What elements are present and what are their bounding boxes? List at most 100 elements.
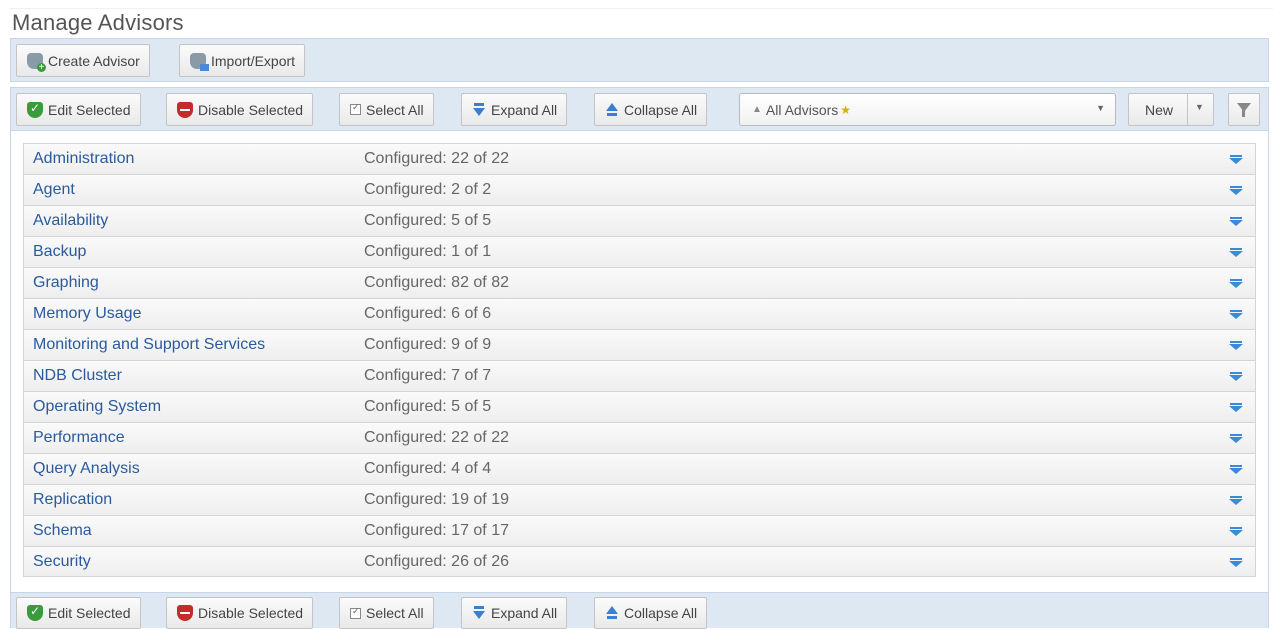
advisor-group-configured: Configured: 26 of 26: [364, 553, 509, 570]
advisor-group-configured: Configured: 22 of 22: [364, 429, 509, 446]
shield-check-icon: [27, 604, 43, 621]
collapse-all-icon: [605, 102, 619, 118]
advisor-group-configured: Configured: 5 of 5: [364, 398, 492, 415]
advisor-group-name[interactable]: Schema: [33, 522, 92, 540]
shield-plus-icon: [27, 52, 46, 72]
advisor-filter-value: All Advisors: [765, 101, 839, 118]
collapse-all-icon: [605, 605, 619, 621]
advisor-group-row[interactable]: Operating System Configured: 5 of 5: [23, 391, 1256, 422]
import-export-label: Import/Export: [211, 52, 296, 69]
shield-check-icon: [27, 101, 43, 118]
advisor-group-row[interactable]: Memory Usage Configured: 6 of 6: [23, 298, 1256, 329]
new-button[interactable]: New ▼: [1128, 93, 1214, 126]
warning-icon: ▲: [752, 104, 762, 115]
expand-icon[interactable]: [1229, 279, 1243, 289]
expand-all-button-bottom[interactable]: Expand All: [461, 597, 568, 629]
collapse-all-label: Collapse All: [624, 605, 698, 621]
expand-icon[interactable]: [1229, 341, 1243, 351]
collapse-all-button[interactable]: Collapse All: [594, 93, 708, 126]
page-title: Manage Advisors: [12, 10, 184, 35]
advisor-group-row[interactable]: Backup Configured: 1 of 1: [23, 236, 1256, 267]
expand-all-label: Expand All: [491, 101, 558, 118]
edit-selected-button-bottom[interactable]: Edit Selected: [16, 597, 141, 629]
select-all-button[interactable]: Select All: [339, 93, 434, 126]
expand-icon[interactable]: [1229, 310, 1243, 320]
edit-selected-button[interactable]: Edit Selected: [16, 93, 141, 126]
edit-selected-label: Edit Selected: [48, 101, 131, 118]
expand-icon[interactable]: [1229, 248, 1243, 258]
advisor-group-name[interactable]: Backup: [33, 243, 86, 261]
advisor-group-configured: Configured: 17 of 17: [364, 522, 509, 539]
advisor-group-row[interactable]: Monitoring and Support Services Configure…: [23, 329, 1256, 360]
expand-icon[interactable]: [1229, 403, 1243, 413]
disable-selected-button[interactable]: Disable Selected: [166, 93, 314, 126]
advisor-group-name[interactable]: Query Analysis: [33, 460, 140, 478]
shield-minus-icon: [177, 605, 193, 621]
edit-selected-label: Edit Selected: [48, 605, 131, 621]
advisor-group-name[interactable]: Graphing: [33, 274, 99, 292]
advisor-group-row[interactable]: Performance Configured: 22 of 22: [23, 422, 1256, 453]
select-all-button-bottom[interactable]: Select All: [339, 597, 434, 629]
expand-icon[interactable]: [1229, 372, 1243, 382]
advisor-group-name[interactable]: Performance: [33, 429, 125, 447]
collapse-all-label: Collapse All: [624, 101, 698, 118]
advisor-group-configured: Configured: 7 of 7: [364, 367, 492, 384]
advisor-group-row[interactable]: Administration Configured: 22 of 22: [23, 143, 1256, 174]
shield-minus-icon: [177, 101, 193, 118]
advisor-group-row[interactable]: Graphing Configured: 82 of 82: [23, 267, 1256, 298]
filter-icon: [1237, 103, 1251, 117]
expand-icon[interactable]: [1229, 558, 1243, 568]
advisor-group-name[interactable]: Availability: [33, 212, 108, 230]
expand-all-label: Expand All: [491, 605, 558, 621]
create-advisor-button[interactable]: Create Advisor: [16, 44, 150, 77]
advisor-group-name[interactable]: NDB Cluster: [33, 367, 122, 385]
advisor-group-name[interactable]: Monitoring and Support Services: [33, 336, 265, 354]
advisor-group-name[interactable]: Replication: [33, 491, 112, 509]
expand-icon[interactable]: [1229, 434, 1243, 444]
shield-import-icon: [190, 52, 209, 71]
advisor-group-name[interactable]: Memory Usage: [33, 305, 141, 323]
expand-all-button[interactable]: Expand All: [461, 93, 568, 126]
expand-icon[interactable]: [1229, 155, 1243, 165]
disable-selected-button-bottom[interactable]: Disable Selected: [166, 597, 314, 629]
actions-toolbar: Edit Selected Disable Selected Select Al…: [10, 87, 1269, 131]
advisor-group-configured: Configured: 6 of 6: [364, 305, 492, 322]
advisor-groups-panel: Administration Configured: 22 of 22 Agent C…: [10, 131, 1269, 592]
chevron-down-icon[interactable]: ▼: [1195, 102, 1204, 112]
advisor-group-row[interactable]: NDB Cluster Configured: 7 of 7: [23, 360, 1256, 391]
advisor-group-name[interactable]: Operating System: [33, 398, 161, 416]
advisor-group-configured: Configured: 4 of 4: [364, 460, 492, 477]
star-icon: ★: [840, 102, 852, 117]
import-export-button[interactable]: Import/Export: [179, 44, 306, 77]
filter-button[interactable]: [1228, 93, 1260, 126]
advisor-group-name[interactable]: Administration: [33, 150, 134, 168]
checkbox-icon: [350, 606, 361, 619]
advisor-group-row[interactable]: Schema Configured: 17 of 17: [23, 515, 1256, 546]
new-label: New: [1145, 102, 1174, 118]
expand-icon[interactable]: [1229, 496, 1243, 506]
expand-icon[interactable]: [1229, 217, 1243, 227]
expand-icon[interactable]: [1229, 186, 1243, 196]
advisor-group-configured: Configured: 82 of 82: [364, 274, 509, 291]
new-button-divider: [1187, 94, 1188, 125]
advisor-group-row[interactable]: Agent Configured: 2 of 2: [23, 174, 1256, 205]
advisor-filter-select[interactable]: ▲ All Advisors ★ ▼: [739, 93, 1116, 126]
advisor-group-configured: Configured: 22 of 22: [364, 150, 509, 167]
advisor-group-name[interactable]: Agent: [33, 181, 75, 199]
advisor-group-list: Administration Configured: 22 of 22 Agent C…: [23, 143, 1256, 577]
advisor-group-configured: Configured: 19 of 19: [364, 491, 509, 508]
collapse-all-button-bottom[interactable]: Collapse All: [594, 597, 708, 629]
disable-selected-label: Disable Selected: [198, 101, 304, 118]
advisor-group-configured: Configured: 5 of 5: [364, 212, 492, 229]
expand-all-icon: [472, 102, 486, 118]
advisor-group-name[interactable]: Security: [33, 553, 91, 571]
advisor-toolbar: Create Advisor Import/Export: [10, 38, 1269, 82]
select-all-label: Select All: [366, 101, 424, 118]
expand-all-icon: [472, 605, 486, 621]
expand-icon[interactable]: [1229, 527, 1243, 537]
advisor-group-row[interactable]: Replication Configured: 19 of 19: [23, 484, 1256, 515]
advisor-group-row[interactable]: Query Analysis Configured: 4 of 4: [23, 453, 1256, 484]
expand-icon[interactable]: [1229, 465, 1243, 475]
advisor-group-row[interactable]: Security Configured: 26 of 26: [23, 546, 1256, 577]
advisor-group-row[interactable]: Availability Configured: 5 of 5: [23, 205, 1256, 236]
